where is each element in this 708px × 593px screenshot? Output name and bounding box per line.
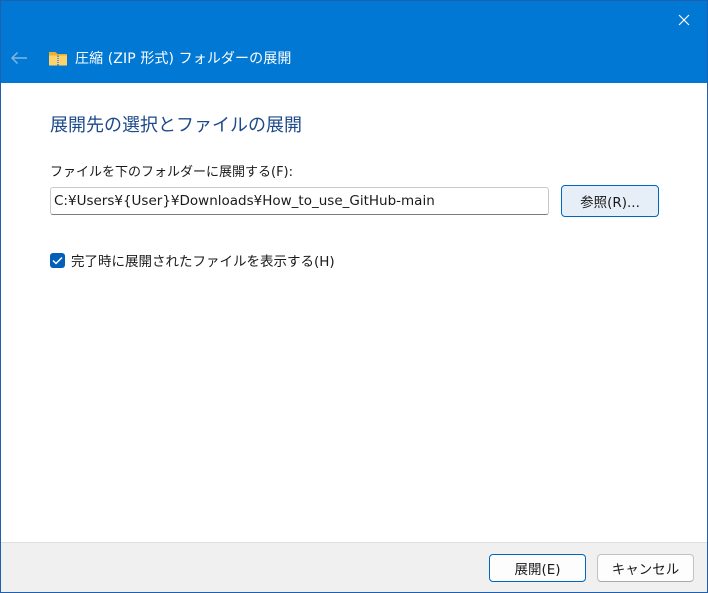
zip-folder-icon <box>49 52 67 66</box>
destination-label: ファイルを下のフォルダーに展開する(F): <box>50 165 294 180</box>
checkmark-icon <box>52 256 63 265</box>
button-bar: 展開(E) キャンセル <box>1 542 707 592</box>
extract-dialog-window: 圧縮 (ZIP 形式) フォルダーの展開 展開先の選択とファイルの展開 ファイル… <box>0 0 708 593</box>
window-title: 圧縮 (ZIP 形式) フォルダーの展開 <box>75 51 292 67</box>
title-bar: 圧縮 (ZIP 形式) フォルダーの展開 <box>1 1 707 83</box>
show-files-checkbox[interactable] <box>50 252 65 268</box>
browse-button[interactable]: 参照(R)... <box>561 185 659 217</box>
back-button[interactable] <box>7 45 31 71</box>
cancel-button[interactable]: キャンセル <box>597 554 694 582</box>
back-arrow-icon <box>10 51 27 65</box>
page-heading: 展開先の選択とファイルの展開 <box>50 115 302 136</box>
destination-path-input[interactable] <box>50 187 549 215</box>
extract-button[interactable]: 展開(E) <box>489 554 586 582</box>
show-files-option[interactable]: 完了時に展開されたファイルを表示する(H) <box>50 251 335 270</box>
close-button[interactable] <box>669 5 699 35</box>
close-icon <box>678 14 690 26</box>
show-files-label: 完了時に展開されたファイルを表示する(H) <box>71 254 335 270</box>
